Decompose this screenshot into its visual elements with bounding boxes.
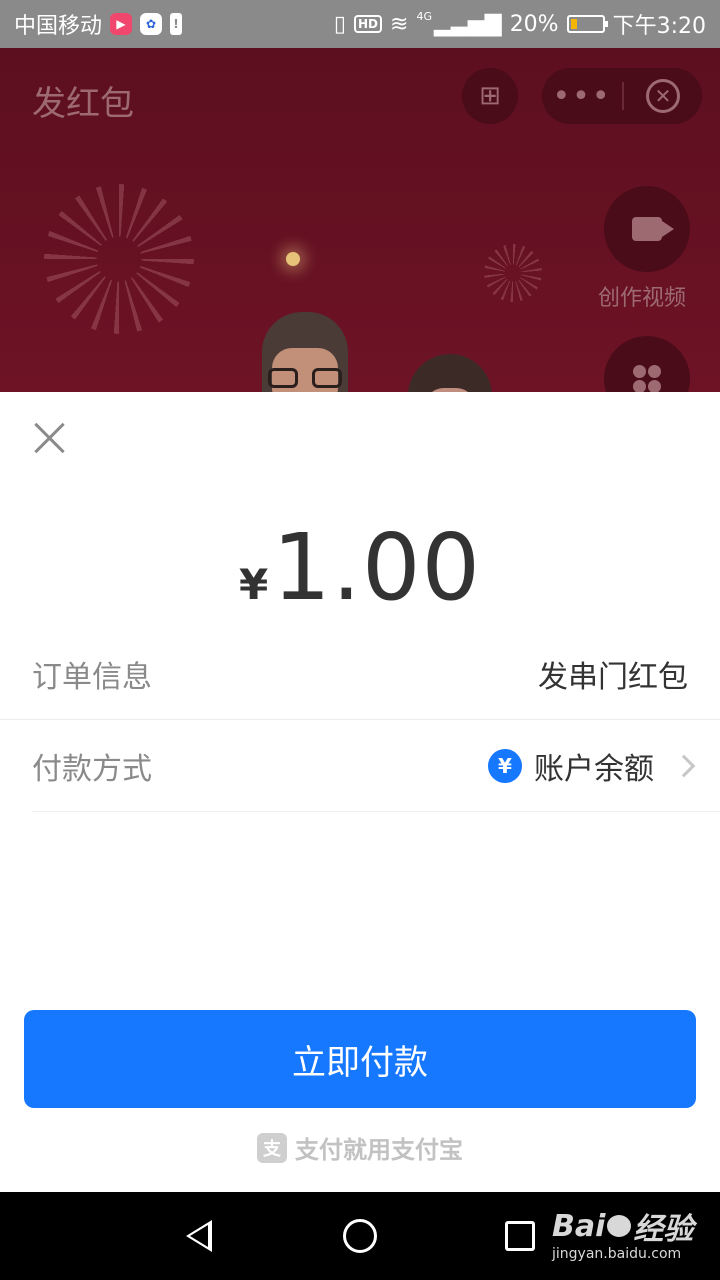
payment-method-label: 付款方式 [32, 751, 152, 787]
back-icon[interactable] [186, 1220, 212, 1252]
background-app: 发红包 ⊞ ••• ✕ 创作视频 [0, 48, 720, 392]
pay-now-button[interactable]: 立即付款 [24, 1010, 696, 1108]
payment-amount: ¥1.00 [0, 514, 720, 621]
vibrate-icon: ▯ [333, 11, 347, 37]
payment-method-name: 账户余额 [534, 751, 654, 787]
baidu-jingyan-watermark: Bai 经验 jingyan.baidu.com [552, 1204, 693, 1263]
hd-badge: HD [354, 15, 383, 33]
more-icon[interactable]: ••• [542, 79, 622, 114]
watermark-brand: Bai 经验 [552, 1204, 693, 1248]
glow-decoration [286, 252, 300, 266]
currency-symbol: ¥ [238, 560, 269, 609]
firework-decoration-small [484, 244, 542, 302]
alipay-slogan: 支付就用支付宝 [295, 1136, 463, 1164]
female-avatar [408, 354, 492, 392]
amount-value: 1.00 [272, 514, 482, 621]
status-bar: 中国移动 ▶ ✿ ! ▯ HD ≋ 4G ▂▃▅▇ 20% 下午3:20 [0, 0, 720, 48]
watermark-url: jingyan.baidu.com [552, 1246, 682, 1262]
navigation-bar: Bai 经验 jingyan.baidu.com [0, 1192, 720, 1280]
scan-icon[interactable]: ⊞ [462, 68, 518, 124]
order-info-label: 订单信息 [32, 659, 152, 695]
male-avatar [262, 312, 348, 392]
firework-decoration [44, 184, 194, 334]
order-info-row: 订单信息 发串门红包 [0, 628, 720, 720]
clover-button[interactable] [604, 336, 690, 392]
battery-icon [566, 15, 608, 33]
alipay-logo-icon: 支 [257, 1132, 287, 1163]
carrier-name: 中国移动 [14, 14, 103, 39]
paw-icon [607, 1215, 632, 1237]
clover-icon [633, 365, 661, 392]
baidu-notification-icon: ✿ [140, 13, 163, 35]
signal-icon: ▂▃▅▇ [434, 11, 502, 37]
create-video-label: 创作视频 [598, 286, 687, 311]
network-type: 4G [416, 9, 432, 23]
order-info-value: 发串门红包 [538, 659, 688, 695]
mini-program-capsule: ••• ✕ [542, 68, 702, 124]
battery-fill [570, 19, 577, 29]
chevron-right-icon [672, 754, 696, 777]
close-icon[interactable] [30, 418, 70, 458]
payment-sheet: ¥1.00 订单信息 发串门红包 付款方式 ¥ 账户余额 立即付款 支 支付就用… [0, 392, 720, 1192]
capsule-close-button[interactable]: ✕ [624, 79, 702, 113]
balance-yen-icon: ¥ [488, 748, 522, 783]
create-video-button[interactable] [604, 186, 690, 272]
home-icon[interactable] [343, 1219, 377, 1253]
close-circle-icon: ✕ [646, 79, 680, 113]
payment-method-row[interactable]: 付款方式 ¥ 账户余额 [32, 720, 720, 812]
status-right: ▯ HD ≋ 4G ▂▃▅▇ 20% 下午3:20 [334, 8, 706, 40]
status-left: 中国移动 ▶ ✿ ! [14, 8, 183, 40]
clock: 下午3:20 [612, 14, 706, 39]
page-title: 发红包 [32, 84, 134, 124]
recent-apps-icon[interactable] [505, 1221, 535, 1251]
battery-percent: 20% [509, 11, 559, 37]
watermark-brand-right: 经验 [633, 1212, 694, 1247]
payment-method-value: ¥ 账户余额 [488, 744, 720, 788]
alert-notification-icon: ! [170, 13, 183, 35]
wifi-icon: ≋ [390, 11, 409, 37]
video-app-notification-icon: ▶ [110, 13, 133, 35]
watermark-brand-left: Bai [552, 1208, 606, 1244]
video-camera-icon [632, 217, 674, 241]
alipay-footer: 支 支付就用支付宝 [0, 1130, 720, 1165]
